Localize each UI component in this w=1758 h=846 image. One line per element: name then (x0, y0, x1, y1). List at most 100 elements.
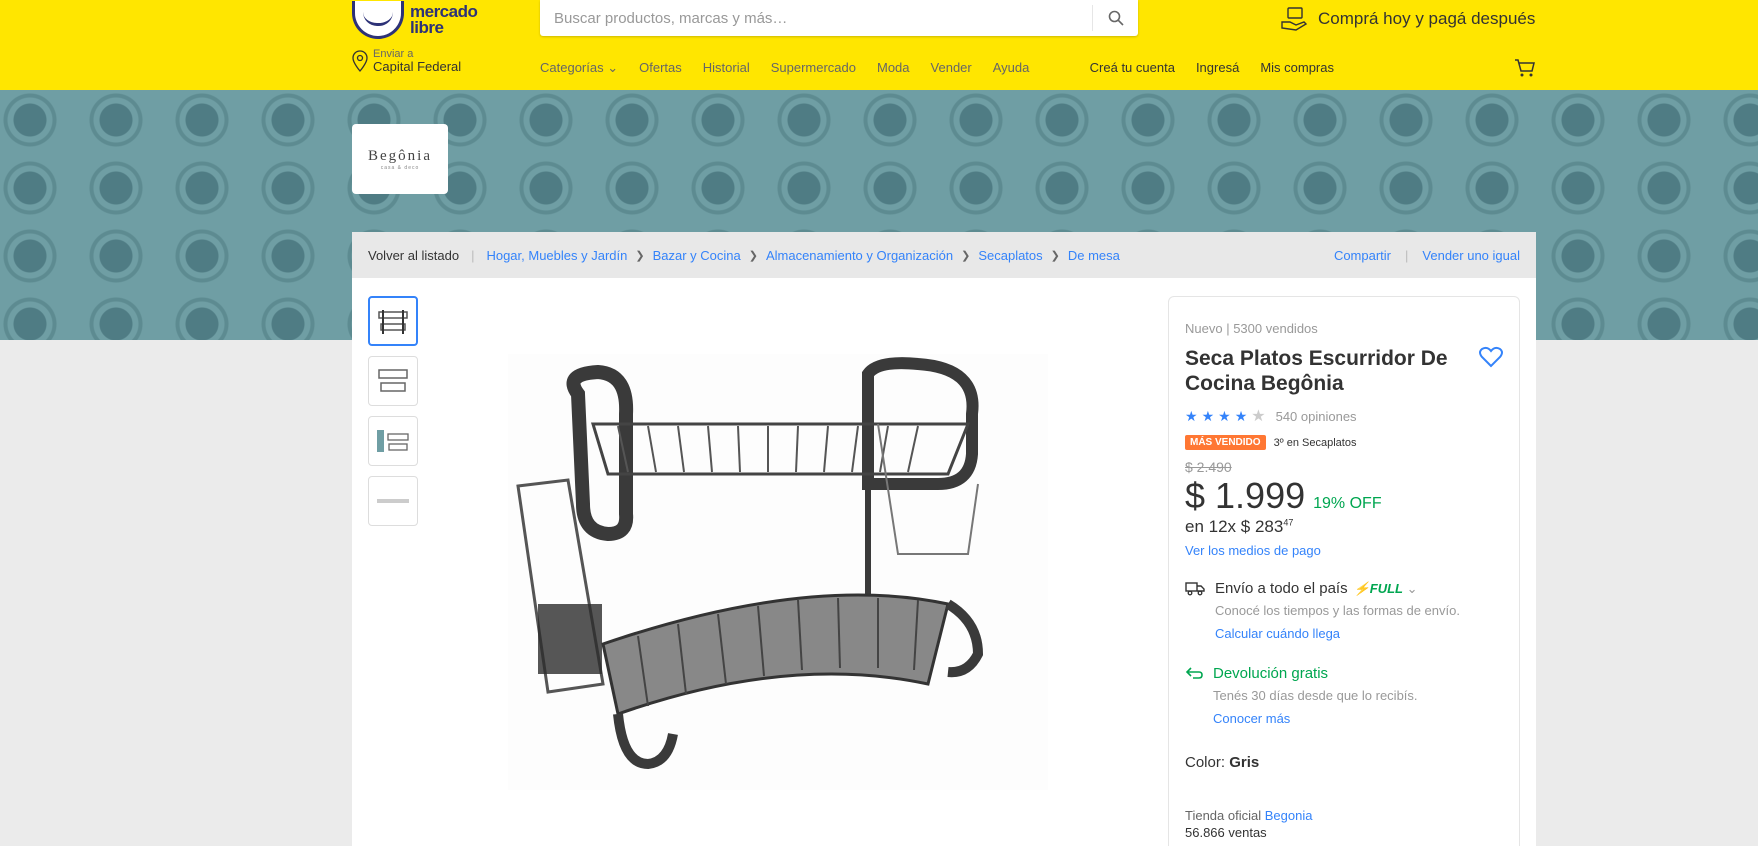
store-logo-tag: casa & deco (380, 164, 420, 171)
back-to-list-link[interactable]: Volver al listado (368, 248, 459, 263)
breadcrumb: Volver al listado | Hogar, Muebles y Jar… (368, 248, 1120, 263)
original-price: $ 2.490 (1185, 459, 1232, 475)
thumbnail-2[interactable] (368, 356, 418, 406)
chevron-right-icon: ❯ (748, 249, 758, 262)
product-image[interactable] (508, 354, 1048, 790)
chevron-right-icon: ❯ (961, 249, 971, 262)
breadcrumb-bar: Volver al listado | Hogar, Muebles y Jar… (352, 232, 1536, 278)
chevron-right-icon: ❯ (1050, 249, 1060, 262)
chevron-down-icon: ⌄ (1403, 581, 1418, 596)
share-link[interactable]: Compartir (1334, 248, 1391, 263)
header: mercado libre Comprá hoy y pagá después … (0, 0, 1758, 90)
search-input[interactable] (540, 0, 1092, 36)
nav-ofertas[interactable]: Ofertas (639, 60, 682, 76)
brand-logo-thumb-icon (377, 499, 409, 503)
heart-icon[interactable] (1479, 346, 1503, 368)
truck-icon (1185, 582, 1205, 596)
promo-text: Comprá hoy y pagá después (1318, 9, 1536, 28)
nav-vender[interactable]: Vender (931, 60, 972, 76)
category-rank[interactable]: 3º en Secaplatos (1274, 437, 1357, 449)
search-button[interactable] (1092, 5, 1138, 31)
nav-supermercado[interactable]: Supermercado (771, 60, 856, 76)
lightning-icon: ⚡ (1353, 581, 1370, 596)
shipping-subtext: Conocé los tiempos y las formas de envío… (1215, 603, 1460, 618)
cart-button[interactable] (1514, 58, 1536, 83)
dish-rack-image (508, 354, 1048, 790)
user-nav: Creá tu cuenta Ingresá Mis compras (1090, 60, 1334, 76)
payment-methods-link[interactable]: Ver los medios de pago (1185, 543, 1503, 558)
returns-info: Devolución gratis Tenés 30 días desde qu… (1185, 665, 1503, 726)
nav-historial[interactable]: Historial (703, 60, 750, 76)
nav-categorias-label: Categorías (540, 60, 604, 75)
thumbnail-list (368, 296, 418, 526)
thumbnail-4[interactable] (368, 476, 418, 526)
store-logo[interactable]: Begônia casa & deco (352, 124, 448, 194)
official-store-info: Tienda oficial Begonia 56.866 ventas (1185, 807, 1503, 841)
best-seller-badge: MÁS VENDIDO (1185, 435, 1266, 450)
nav-ayuda[interactable]: Ayuda (993, 60, 1030, 76)
divider: | (471, 247, 475, 263)
mercadolibre-logo[interactable]: mercado libre (352, 0, 478, 40)
thumbnail-1[interactable] (368, 296, 418, 346)
installments-cents: 47 (1283, 517, 1294, 528)
color-value: Gris (1229, 754, 1260, 771)
full-badge-label: FULL (1369, 581, 1403, 596)
nav-moda[interactable]: Moda (877, 60, 910, 76)
calculate-arrival-link[interactable]: Calcular cuándo llega (1215, 626, 1460, 641)
best-seller-row: MÁS VENDIDO 3º en Secaplatos (1185, 435, 1503, 450)
chevron-right-icon: ❯ (635, 249, 645, 262)
store-sales: 56.866 ventas (1185, 825, 1267, 840)
store-logo-name: Begônia (368, 147, 432, 164)
color-label: Color: (1185, 754, 1226, 771)
official-store-link[interactable]: Begonia (1265, 808, 1313, 823)
breadcrumb-actions: Compartir | Vender uno igual (1334, 248, 1520, 263)
breadcrumb-item[interactable]: Hogar, Muebles y Jardín (486, 248, 627, 263)
breadcrumb-item[interactable]: Bazar y Cocina (653, 248, 741, 263)
shipping-info: Envío a todo el país ⚡FULL ⌄ Conocé los t… (1185, 580, 1503, 641)
shipping-text: Envío a todo el país (1215, 580, 1348, 597)
condition-sold: Nuevo | 5300 vendidos (1185, 321, 1503, 336)
product-card: Nuevo | 5300 vendidos Seca Platos Escurr… (352, 278, 1536, 846)
create-account-link[interactable]: Creá tu cuenta (1090, 60, 1175, 76)
installments-amount: en 12x $ 283 (1185, 517, 1284, 536)
return-arrow-icon (1185, 667, 1203, 679)
dish-rack-thumb-icon (377, 430, 409, 452)
discount-label: 19% OFF (1313, 495, 1382, 512)
sell-similar-link[interactable]: Vender uno igual (1422, 248, 1520, 263)
return-subtext: Tenés 30 días desde que lo recibís. (1213, 688, 1418, 703)
breadcrumb-item[interactable]: De mesa (1068, 248, 1120, 263)
location-selector[interactable]: Enviar a Capital Federal (352, 48, 461, 74)
logo-line2: libre (410, 18, 444, 37)
promo-banner[interactable]: Comprá hoy y pagá después (1280, 4, 1535, 34)
search-bar (540, 0, 1138, 36)
search-icon (1108, 10, 1124, 26)
handshake-icon (352, 1, 404, 39)
dish-rack-thumb-icon (378, 369, 408, 392)
star-filled-icon: ★ (1201, 407, 1215, 424)
thumbnail-3[interactable] (368, 416, 418, 466)
breadcrumb-item[interactable]: Almacenamiento y Organización (766, 248, 953, 263)
buy-box: Nuevo | 5300 vendidos Seca Platos Escurr… (1168, 296, 1520, 846)
nav-categorias[interactable]: Categorías ⌄ (540, 60, 618, 76)
star-filled-icon: ★ (1234, 407, 1248, 424)
location-value: Capital Federal (373, 59, 462, 74)
condition-label: Nuevo (1185, 321, 1223, 336)
star-filled-icon: ★ (1185, 407, 1198, 424)
full-badge: ⚡FULL ⌄ (1354, 581, 1418, 596)
learn-more-link[interactable]: Conocer más (1213, 711, 1418, 726)
location-pin-icon (352, 50, 368, 72)
dish-rack-thumb-icon (378, 310, 408, 334)
installments: en 12x $ 28347 (1185, 517, 1503, 537)
main-nav: Categorías ⌄ Ofertas Historial Supermerc… (540, 60, 1029, 76)
breadcrumb-item[interactable]: Secaplatos (978, 248, 1042, 263)
title-row: Seca Platos Escurridor De Cocina Begônia (1185, 346, 1503, 396)
star-filled-icon: ★ (1218, 407, 1231, 424)
current-price: $ 1.999 (1185, 475, 1306, 516)
cart-icon (1515, 59, 1535, 77)
rating[interactable]: ★ ★ ★ ★ ★ 540 opiniones (1185, 406, 1503, 426)
my-purchases-link[interactable]: Mis compras (1260, 60, 1334, 76)
chevron-down-icon: ⌄ (607, 60, 619, 75)
price-row: $ 1.999 19% OFF (1185, 475, 1503, 517)
login-link[interactable]: Ingresá (1196, 60, 1239, 76)
product-title: Seca Platos Escurridor De Cocina Begônia (1185, 347, 1448, 395)
